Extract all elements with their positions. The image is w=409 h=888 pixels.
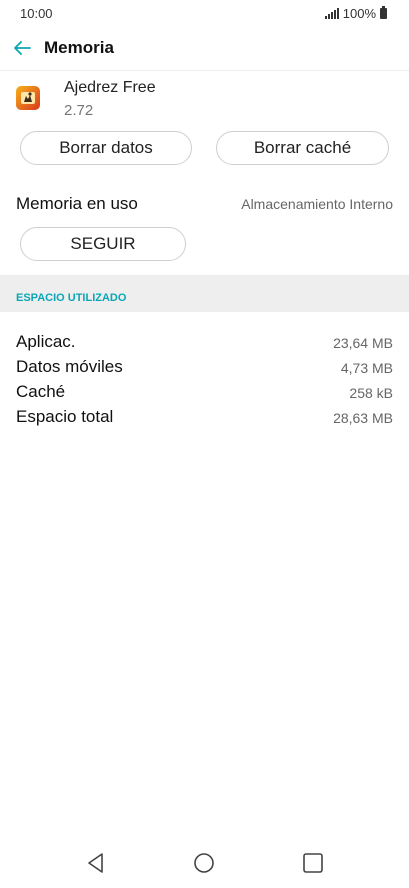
app-name: Ajedrez Free (64, 79, 156, 96)
app-icon (16, 86, 40, 110)
usage-label: Datos móviles (16, 357, 123, 376)
usage-label: Caché (16, 382, 66, 401)
signal-icon (324, 8, 339, 19)
storage-label: Memoria en uso (16, 194, 138, 213)
page-title: Memoria (44, 38, 114, 57)
clear-cache-button[interactable]: Borrar caché (216, 131, 389, 165)
status-time: 10:00 (20, 6, 53, 21)
usage-label: Aplicac. (16, 332, 76, 351)
app-version: 2.72 (64, 102, 94, 119)
battery-icon (380, 6, 387, 19)
back-arrow-icon[interactable] (10, 36, 34, 60)
app-bar: Memoria (0, 28, 409, 71)
usage-value: 23,64 MB (333, 335, 393, 351)
usage-list: Aplicac. 23,64 MB Datos móviles 4,73 MB … (16, 331, 393, 431)
usage-value: 258 kB (349, 385, 393, 401)
usage-label: Espacio total (16, 407, 114, 426)
nav-back-icon[interactable] (83, 850, 109, 876)
clear-data-button[interactable]: Borrar datos (20, 131, 192, 165)
status-indicators: 100% (324, 6, 387, 21)
usage-row-apps: Aplicac. 23,64 MB (16, 331, 393, 356)
storage-in-use-row: Memoria en uso Almacenamiento Interno (16, 194, 393, 216)
usage-value: 4,73 MB (340, 360, 393, 376)
usage-row-mobile-data: Datos móviles 4,73 MB (16, 356, 393, 381)
status-bar: 10:00 100% (0, 0, 409, 28)
usage-row-cache: Caché 258 kB (16, 381, 393, 406)
section-title: ESPACIO UTILIZADO (16, 292, 127, 304)
storage-location: Almacenamiento Interno (241, 196, 393, 212)
app-info: Ajedrez Free 2.72 (0, 70, 409, 126)
continue-button[interactable]: SEGUIR (20, 227, 186, 261)
section-header: ESPACIO UTILIZADO (0, 275, 409, 312)
usage-row-total: Espacio total 28,63 MB (16, 406, 393, 431)
nav-recents-icon[interactable] (300, 850, 326, 876)
navigation-bar (0, 840, 409, 888)
usage-value: 28,63 MB (333, 410, 393, 426)
battery-percent: 100% (342, 6, 376, 21)
nav-home-icon[interactable] (191, 850, 217, 876)
